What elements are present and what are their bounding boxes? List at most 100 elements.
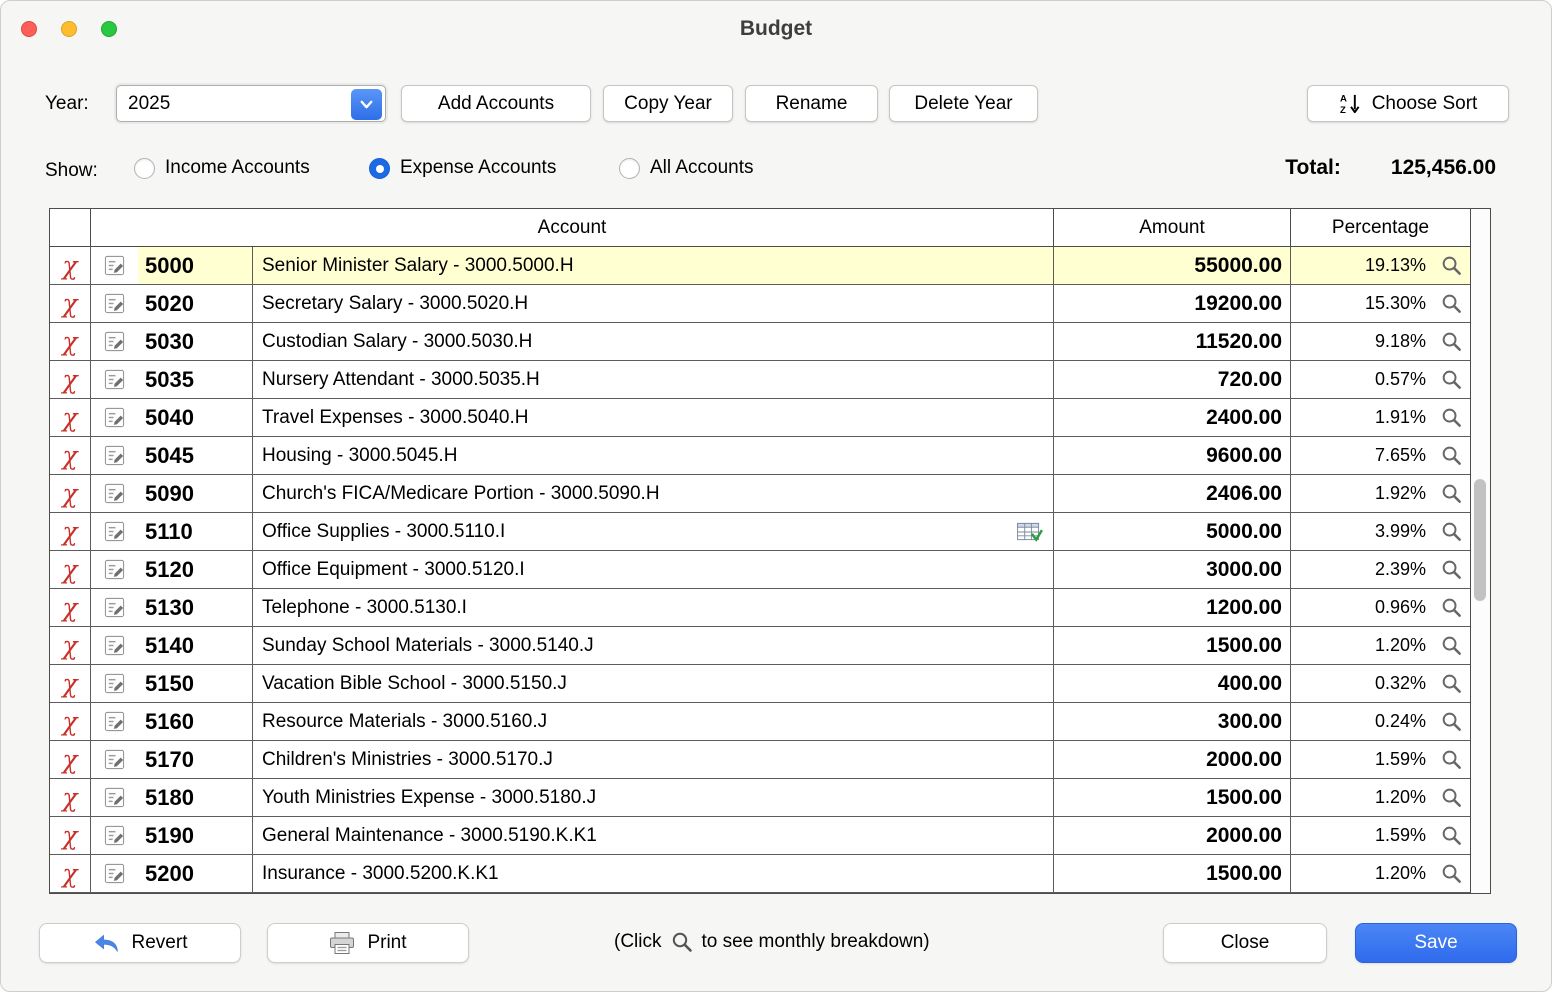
account-name-cell[interactable]: Sunday School Materials - 3000.5140.J — [252, 627, 1053, 664]
delete-account-button[interactable]: χ — [50, 475, 90, 512]
magnifier-icon[interactable] — [1438, 671, 1464, 697]
delete-account-button[interactable]: χ — [50, 703, 90, 740]
account-name-cell[interactable]: Nursery Attendant - 3000.5035.H — [252, 361, 1053, 398]
delete-account-button[interactable]: χ — [50, 285, 90, 322]
delete-account-button[interactable]: χ — [50, 665, 90, 702]
amount-cell[interactable]: 1200.00 — [1053, 589, 1290, 626]
edit-account-button[interactable] — [90, 627, 138, 664]
edit-account-button[interactable] — [90, 247, 138, 284]
year-dropdown[interactable]: 2025 — [116, 85, 386, 122]
edit-account-button[interactable] — [90, 817, 138, 854]
edit-account-button[interactable] — [90, 665, 138, 702]
save-button[interactable]: Save — [1355, 923, 1517, 963]
account-name-cell[interactable]: Children's Ministries - 3000.5170.J — [252, 741, 1053, 778]
copy-year-button[interactable]: Copy Year — [603, 85, 733, 122]
amount-cell[interactable]: 400.00 — [1053, 665, 1290, 702]
amount-cell[interactable]: 3000.00 — [1053, 551, 1290, 588]
delete-account-button[interactable]: χ — [50, 589, 90, 626]
magnifier-icon[interactable] — [1438, 443, 1464, 469]
magnifier-icon[interactable] — [1438, 481, 1464, 507]
edit-account-button[interactable] — [90, 703, 138, 740]
account-name-cell[interactable]: Custodian Salary - 3000.5030.H — [252, 323, 1053, 360]
account-name-cell[interactable]: Insurance - 3000.5200.K.K1 — [252, 855, 1053, 892]
scrollbar-thumb[interactable] — [1474, 479, 1486, 601]
choose-sort-button[interactable]: A Z Choose Sort — [1307, 85, 1509, 122]
edit-account-button[interactable] — [90, 513, 138, 550]
magnifier-icon[interactable] — [1438, 747, 1464, 773]
magnifier-icon[interactable] — [1438, 557, 1464, 583]
magnifier-icon[interactable] — [1438, 405, 1464, 431]
edit-account-button[interactable] — [90, 551, 138, 588]
edit-account-button[interactable] — [90, 855, 138, 892]
delete-account-button[interactable]: χ — [50, 855, 90, 892]
vertical-scrollbar[interactable] — [1470, 209, 1490, 893]
amount-cell[interactable]: 9600.00 — [1053, 437, 1290, 474]
magnifier-icon[interactable] — [1438, 519, 1464, 545]
delete-account-button[interactable]: χ — [50, 323, 90, 360]
account-name-cell[interactable]: Office Equipment - 3000.5120.I — [252, 551, 1053, 588]
print-button[interactable]: Print — [267, 923, 469, 963]
close-button[interactable]: Close — [1163, 923, 1327, 963]
amount-cell[interactable]: 11520.00 — [1053, 323, 1290, 360]
delete-year-button[interactable]: Delete Year — [889, 85, 1038, 122]
magnifier-icon[interactable] — [1438, 823, 1464, 849]
edit-account-button[interactable] — [90, 741, 138, 778]
account-name-cell[interactable]: Housing - 3000.5045.H — [252, 437, 1053, 474]
edit-account-button[interactable] — [90, 361, 138, 398]
radio-expense-accounts[interactable]: Expense Accounts — [369, 157, 556, 179]
amount-cell[interactable]: 19200.00 — [1053, 285, 1290, 322]
minimize-window-button[interactable] — [61, 21, 77, 37]
amount-cell[interactable]: 720.00 — [1053, 361, 1290, 398]
account-name-cell[interactable]: Church's FICA/Medicare Portion - 3000.50… — [252, 475, 1053, 512]
amount-cell[interactable]: 2400.00 — [1053, 399, 1290, 436]
edit-account-button[interactable] — [90, 399, 138, 436]
add-accounts-button[interactable]: Add Accounts — [401, 85, 591, 122]
magnifier-icon[interactable] — [1438, 709, 1464, 735]
amount-cell[interactable]: 2000.00 — [1053, 741, 1290, 778]
amount-cell[interactable]: 300.00 — [1053, 703, 1290, 740]
zoom-window-button[interactable] — [101, 21, 117, 37]
account-name-cell[interactable]: Travel Expenses - 3000.5040.H — [252, 399, 1053, 436]
magnifier-icon[interactable] — [1438, 253, 1464, 279]
magnifier-icon[interactable] — [1438, 861, 1464, 887]
close-window-button[interactable] — [21, 21, 37, 37]
rename-button[interactable]: Rename — [745, 85, 878, 122]
account-name-cell[interactable]: Telephone - 3000.5130.I — [252, 589, 1053, 626]
amount-cell[interactable]: 55000.00 — [1053, 247, 1290, 284]
amount-cell[interactable]: 1500.00 — [1053, 627, 1290, 664]
amount-cell[interactable]: 2406.00 — [1053, 475, 1290, 512]
amount-cell[interactable]: 1500.00 — [1053, 779, 1290, 816]
delete-account-button[interactable]: χ — [50, 817, 90, 854]
magnifier-icon[interactable] — [1438, 785, 1464, 811]
radio-income-accounts[interactable]: Income Accounts — [134, 157, 310, 179]
account-name-cell[interactable]: General Maintenance - 3000.5190.K.K1 — [252, 817, 1053, 854]
delete-account-button[interactable]: χ — [50, 627, 90, 664]
edit-account-button[interactable] — [90, 323, 138, 360]
delete-account-button[interactable]: χ — [50, 247, 90, 284]
account-name-cell[interactable]: Resource Materials - 3000.5160.J — [252, 703, 1053, 740]
delete-account-button[interactable]: χ — [50, 551, 90, 588]
account-name-cell[interactable]: Secretary Salary - 3000.5020.H — [252, 285, 1053, 322]
magnifier-icon[interactable] — [1438, 367, 1464, 393]
amount-cell[interactable]: 2000.00 — [1053, 817, 1290, 854]
edit-account-button[interactable] — [90, 779, 138, 816]
delete-account-button[interactable]: χ — [50, 779, 90, 816]
delete-account-button[interactable]: χ — [50, 741, 90, 778]
delete-account-button[interactable]: χ — [50, 513, 90, 550]
account-name-cell[interactable]: Senior Minister Salary - 3000.5000.H — [252, 247, 1053, 284]
magnifier-icon[interactable] — [1438, 291, 1464, 317]
edit-account-button[interactable] — [90, 589, 138, 626]
account-name-cell[interactable]: Office Supplies - 3000.5110.I — [252, 513, 1053, 550]
magnifier-icon[interactable] — [1438, 633, 1464, 659]
delete-account-button[interactable]: χ — [50, 437, 90, 474]
amount-cell[interactable]: 1500.00 — [1053, 855, 1290, 892]
radio-all-accounts[interactable]: All Accounts — [619, 157, 754, 179]
account-name-cell[interactable]: Vacation Bible School - 3000.5150.J — [252, 665, 1053, 702]
magnifier-icon[interactable] — [1438, 595, 1464, 621]
delete-account-button[interactable]: χ — [50, 361, 90, 398]
revert-button[interactable]: Revert — [39, 923, 241, 963]
delete-account-button[interactable]: χ — [50, 399, 90, 436]
edit-account-button[interactable] — [90, 285, 138, 322]
edit-account-button[interactable] — [90, 437, 138, 474]
amount-cell[interactable]: 5000.00 — [1053, 513, 1290, 550]
